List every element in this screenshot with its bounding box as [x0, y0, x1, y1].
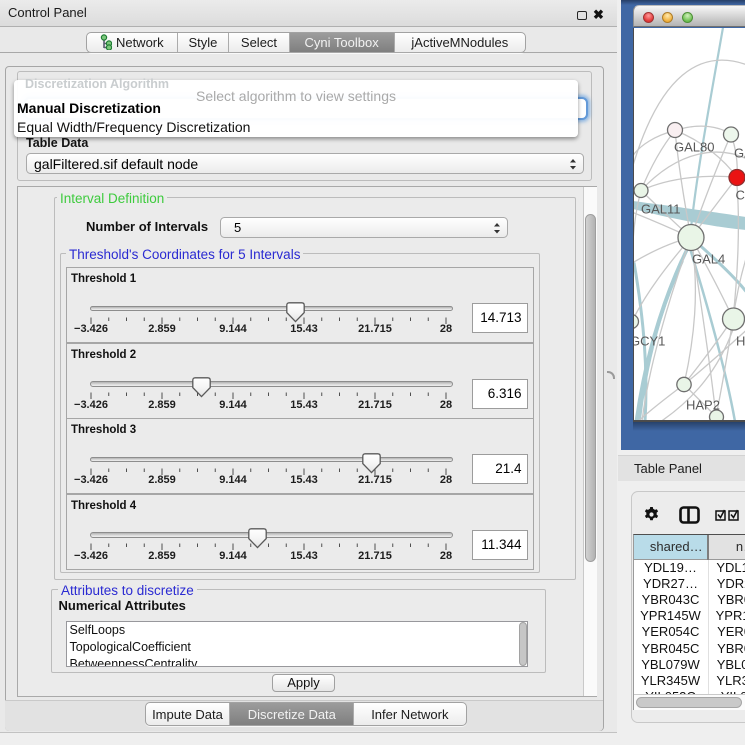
svg-text:GA: GA: [734, 145, 745, 160]
svg-text:C: C: [736, 187, 745, 202]
svg-text:HAP2: HAP2: [686, 397, 720, 412]
svg-text:GAL80: GAL80: [674, 139, 714, 154]
svg-text:H: H: [736, 333, 745, 348]
svg-text:GAL11: GAL11: [641, 201, 681, 216]
svg-text:GAL4: GAL4: [692, 251, 725, 266]
svg-text:GCY1: GCY1: [634, 333, 665, 348]
